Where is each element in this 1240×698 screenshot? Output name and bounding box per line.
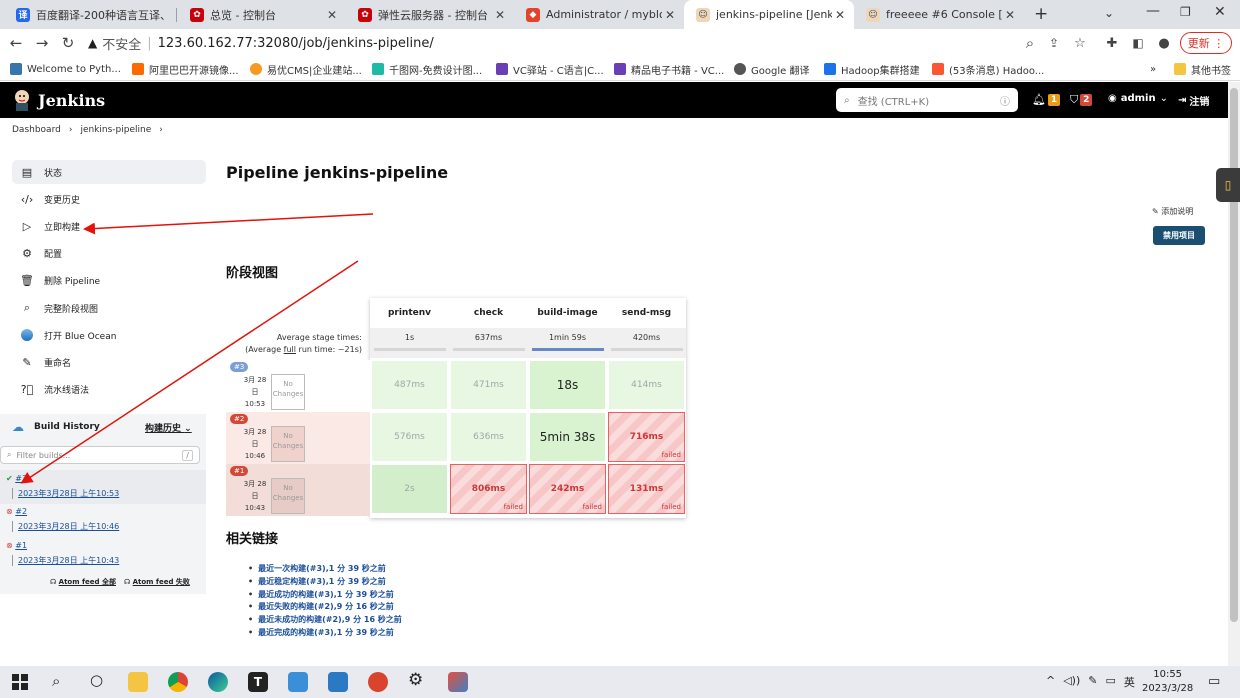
- app-icon[interactable]: [448, 672, 468, 692]
- annotation-arrow: [20, 260, 359, 484]
- edge-icon[interactable]: [208, 672, 228, 692]
- volume-icon: ◁)): [1063, 674, 1081, 687]
- task-view-icon[interactable]: ○: [90, 671, 103, 689]
- chrome-icon[interactable]: [168, 672, 188, 692]
- windows-start-icon[interactable]: [12, 674, 28, 690]
- app-icon[interactable]: [368, 672, 388, 692]
- annotation-arrow: [83, 213, 374, 235]
- system-tray[interactable]: ^ ◁)) ✎ ▭ 英: [1046, 674, 1135, 690]
- clock[interactable]: 10:55 2023/3/28: [1142, 668, 1193, 696]
- media-icon[interactable]: [328, 672, 348, 692]
- gear-icon[interactable]: ⚙: [408, 670, 423, 690]
- annotation-arrows: [20, 213, 374, 484]
- clock-date: 2023/3/28: [1142, 683, 1194, 694]
- pen-icon: ✎: [1088, 674, 1098, 687]
- search-icon[interactable]: ⌕: [52, 672, 60, 690]
- typora-icon[interactable]: T: [248, 672, 268, 692]
- windows-taskbar: ⌕ ○ T ⚙ ^ ◁)) ✎ ▭ 英 10:55 2023/3/28 ▭: [0, 666, 1240, 698]
- chevron-up-icon: ^: [1046, 674, 1056, 687]
- notification-center-icon[interactable]: ▭: [1208, 674, 1220, 689]
- notes-icon[interactable]: [288, 672, 308, 692]
- ime-indicator: 英: [1123, 676, 1135, 689]
- clock-time: 10:55: [1153, 669, 1183, 680]
- file-explorer-icon[interactable]: [128, 672, 148, 692]
- keyboard-icon: ▭: [1105, 674, 1116, 687]
